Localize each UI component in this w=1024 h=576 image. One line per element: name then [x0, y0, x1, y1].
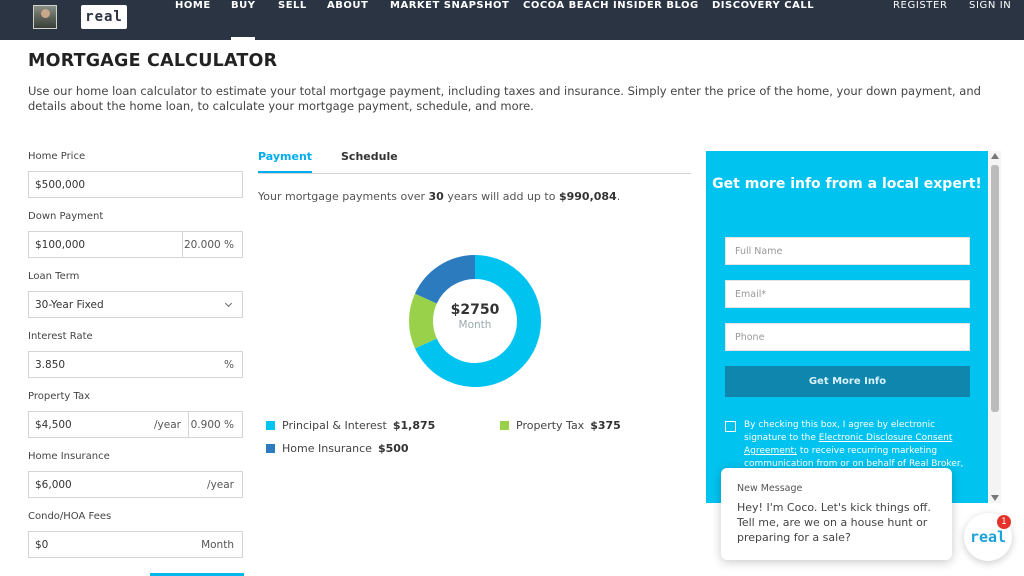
nav-about[interactable]: ABOUT	[327, 0, 368, 33]
scroll-down-icon[interactable]	[991, 495, 999, 501]
scroll-up-icon[interactable]	[991, 153, 999, 159]
loan-term-value: 30-Year Fixed	[35, 299, 104, 311]
property-tax-percent[interactable]: 0.900 %	[191, 419, 234, 431]
interest-rate-input[interactable]: 3.850 %	[28, 351, 243, 378]
legend-swatch	[500, 421, 509, 430]
email-field[interactable]: Email*	[725, 280, 970, 308]
chat-popup[interactable]: New Message Hey! I'm Coco. Let's kick th…	[721, 468, 952, 560]
summary-end: .	[616, 190, 621, 203]
legend-home-insurance: Home Insurance $500	[266, 442, 409, 455]
hoa-fees-period: Month	[201, 539, 234, 551]
property-tax-label: Property Tax	[28, 391, 90, 402]
placeholder: Email*	[735, 289, 767, 300]
cta-title: Get more info from a local expert!	[712, 176, 982, 192]
property-tax-value: $4,500	[35, 419, 72, 431]
summary-total: $990,084	[558, 190, 617, 203]
full-name-field[interactable]: Full Name	[725, 237, 970, 265]
monthly-payment-amount: $2750	[450, 302, 500, 318]
donut-center: $2750 Month	[405, 302, 545, 331]
tab-divider	[258, 173, 691, 174]
placeholder: Phone	[735, 332, 765, 343]
property-tax-input[interactable]: $4,500 /year 0.900 %	[28, 411, 243, 438]
payment-summary: Your mortgage payments over 30 years wil…	[258, 190, 620, 203]
tab-payment[interactable]: Payment	[258, 150, 313, 173]
home-insurance-period: /year	[207, 479, 234, 491]
scroll-thumb[interactable]	[991, 165, 999, 412]
chat-message: Hey! I'm Coco. Let's kick things off. Te…	[737, 501, 931, 544]
agent-avatar[interactable]	[33, 5, 57, 29]
top-navigation: real HOME BUY SELL ABOUT MARKET SNAPSHOT…	[0, 0, 1024, 40]
placeholder: Full Name	[735, 246, 783, 257]
legend-swatch	[266, 421, 275, 430]
down-payment-value: $100,000	[35, 239, 86, 251]
down-payment-input[interactable]: $100,000 20.000 %	[28, 231, 243, 258]
home-insurance-label: Home Insurance	[28, 451, 110, 462]
consent-text: By checking this box, I agree by electro…	[744, 419, 974, 471]
down-payment-percent[interactable]: 20.000 %	[184, 239, 234, 251]
chevron-down-icon	[224, 299, 233, 308]
panel-scrollbar[interactable]	[989, 151, 1001, 503]
home-insurance-value: $6,000	[35, 479, 72, 491]
interest-rate-value: 3.850	[35, 359, 66, 371]
legend-value: $1,875	[392, 419, 436, 432]
down-payment-label: Down Payment	[28, 211, 104, 222]
legend-swatch	[266, 444, 275, 453]
divider	[188, 412, 189, 437]
nav-cocoa-beach-insider-blog[interactable]: COCOA BEACH INSIDER BLOG	[523, 0, 699, 33]
property-tax-period: /year	[154, 419, 181, 431]
page-title: MORTGAGE CALCULATOR	[28, 51, 278, 71]
hoa-fees-input[interactable]: $0 Month	[28, 531, 243, 558]
hoa-fees-value: $0	[35, 539, 49, 551]
interest-rate-unit: %	[224, 359, 234, 371]
legend-label: Principal & Interest	[282, 419, 387, 432]
chat-title: New Message	[737, 483, 803, 494]
register-link[interactable]: REGISTER	[893, 0, 948, 33]
real-logo[interactable]: real	[81, 5, 127, 29]
nav-discovery-call[interactable]: DISCOVERY CALL	[712, 0, 814, 33]
loan-term-select[interactable]: 30-Year Fixed	[28, 291, 243, 318]
intro-text: Use our home loan calculator to estimate…	[28, 84, 981, 113]
legend-principal-interest: Principal & Interest $1,875	[266, 419, 435, 432]
home-price-input[interactable]: $500,000	[28, 171, 243, 198]
summary-years: 30	[428, 190, 444, 203]
home-price-label: Home Price	[28, 151, 86, 162]
monthly-payment-period: Month	[458, 319, 492, 331]
lead-capture-panel: Get more info from a local expert! Full …	[706, 151, 988, 503]
legend-property-tax: Property Tax $375	[500, 419, 621, 432]
summary-prefix: Your mortgage payments over	[258, 190, 425, 203]
interest-rate-label: Interest Rate	[28, 331, 93, 342]
nav-sell[interactable]: SELL	[278, 0, 307, 33]
sign-in-link[interactable]: SIGN IN	[969, 0, 1011, 33]
legend-value: $500	[377, 442, 409, 455]
phone-field[interactable]: Phone	[725, 323, 970, 351]
summary-mid: years will add up to	[447, 190, 556, 203]
divider	[182, 232, 183, 257]
get-more-info-button[interactable]: Get More Info	[725, 366, 970, 397]
legend-value: $375	[590, 419, 621, 432]
home-insurance-input[interactable]: $6,000 /year	[28, 471, 243, 498]
donut-slice-home-insurance	[414, 255, 476, 305]
loan-term-label: Loan Term	[28, 271, 80, 282]
legend-label: Property Tax	[516, 419, 585, 432]
home-price-value: $500,000	[35, 179, 86, 191]
tab-schedule[interactable]: Schedule	[341, 150, 398, 163]
unread-badge: 1	[997, 515, 1011, 529]
consent-checkbox[interactable]	[725, 421, 736, 432]
nav-buy[interactable]: BUY	[231, 0, 256, 40]
nav-home[interactable]: HOME	[175, 0, 211, 33]
hoa-fees-label: Condo/HOA Fees	[28, 511, 112, 522]
legend-label: Home Insurance	[282, 442, 372, 455]
nav-market-snapshot[interactable]: MARKET SNAPSHOT	[390, 0, 509, 33]
